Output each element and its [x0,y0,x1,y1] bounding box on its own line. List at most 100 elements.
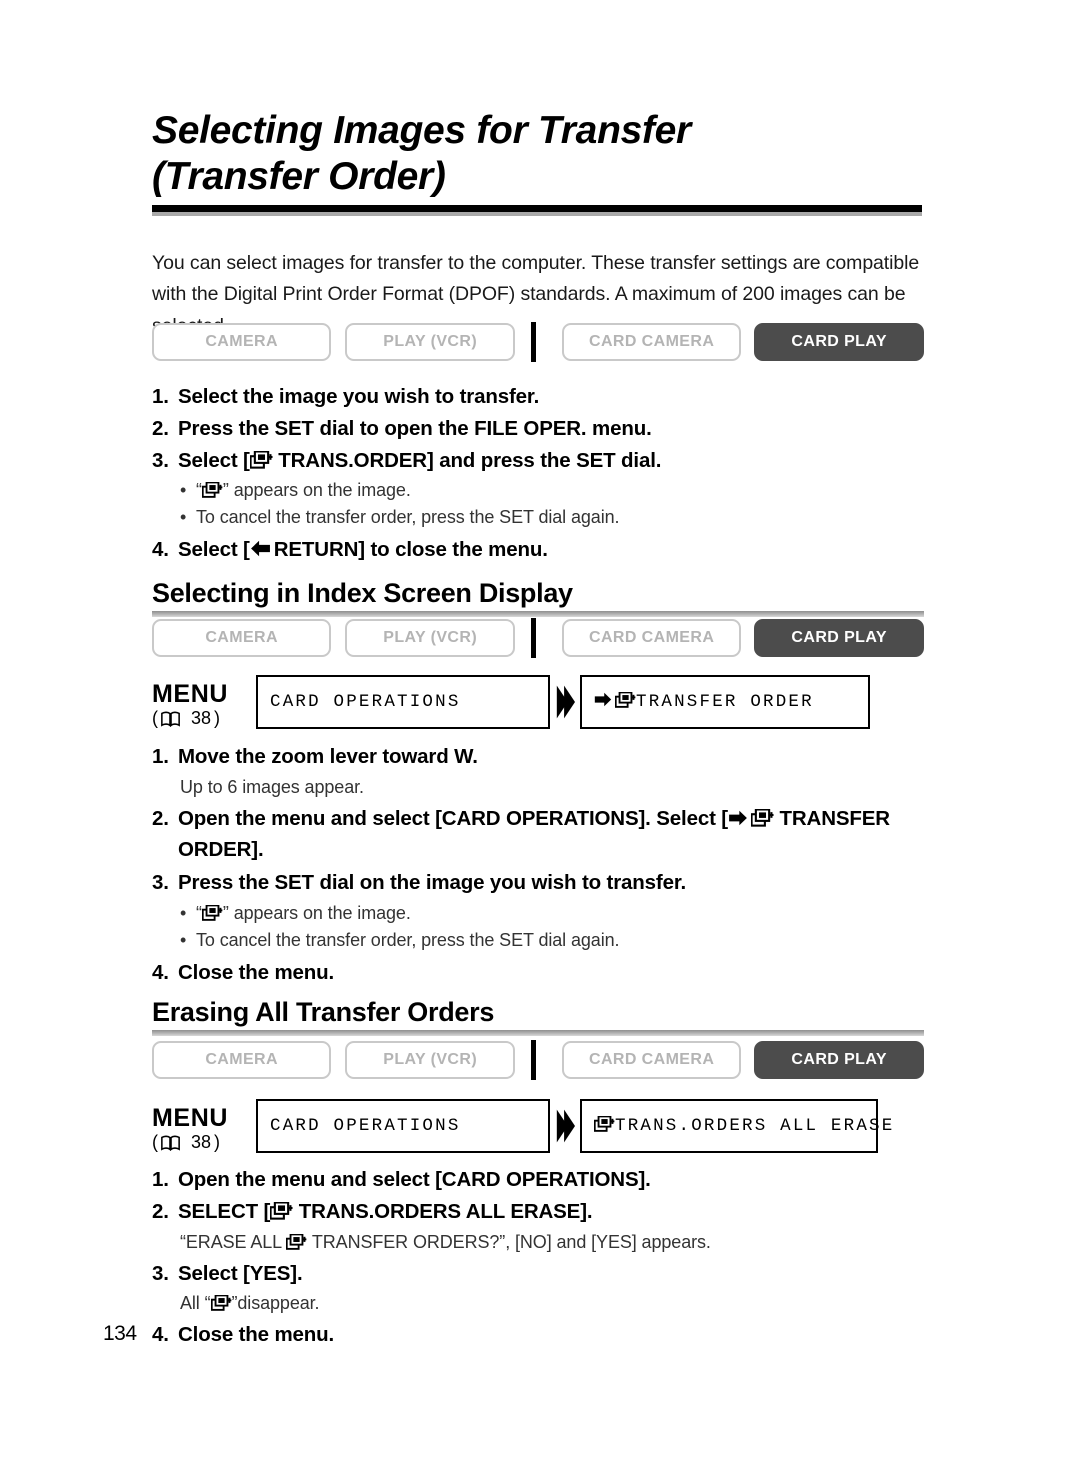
section2-heading-block: Selecting in Index Screen Display [152,578,924,617]
note-bullet: • “” appears on the image. [180,900,942,927]
mode-button-camera[interactable]: CAMERA [152,619,332,657]
step-number: 2. [152,1199,169,1223]
mode-button-camera[interactable]: CAMERA [152,1041,332,1079]
mode-button-camera[interactable]: CAMERA [152,323,332,361]
step-item: 1. Select the image you wish to transfer… [152,382,942,413]
step-note-after: TRANSFER ORDERS?”, [NO] and [YES] appear… [307,1231,711,1252]
double-chevron-right-icon [555,683,575,721]
section2-steps: 1. Move the zoom lever toward W. Up to 6… [152,742,942,990]
menu-flow-separator [550,1099,580,1153]
menu-page-number: 38 [191,708,212,729]
arrow-left-icon [250,540,271,557]
menu-page-reference: ( 38) [152,707,256,730]
section-heading-divider [152,1030,924,1036]
note-bullet: • “” appears on the image. [180,477,942,504]
double-chevron-right-icon [555,1107,575,1145]
note-bullet: • To cancel the transfer order, press th… [180,504,942,531]
mode-button-row-1: CAMERA PLAY (VCR) CARD CAMERA CARD PLAY [152,322,924,362]
arrow-right-icon [594,692,612,707]
mode-button-card-play[interactable]: CARD PLAY [754,323,924,361]
mode-button-card-camera[interactable]: CARD CAMERA [562,619,742,657]
mode-button-play-vcr[interactable]: PLAY (VCR) [345,1041,515,1079]
note-text: To cancel the transfer order, press the … [196,507,620,528]
mode-button-card-play[interactable]: CARD PLAY [754,1041,924,1079]
step-item: 2. Open the menu and select [CARD OPERAT… [152,804,942,866]
section3-heading-block: Erasing All Transfer Orders [152,997,924,1036]
step-item: 4. Select [ RETURN] to close the menu. [152,535,942,566]
mode-button-play-vcr[interactable]: PLAY (VCR) [345,619,515,657]
step-number: 2. [152,806,169,830]
menu-label-block: MENU ( 38) [152,1099,256,1155]
transfer-order-icon [211,1295,232,1312]
note-text: “” appears on the image. [196,900,411,927]
page-title: Selecting Images for Transfer (Transfer … [152,108,922,199]
mode-button-play-vcr[interactable]: PLAY (VCR) [345,323,515,361]
section1-steps: 1. Select the image you wish to transfer… [152,382,942,567]
step-text-after: TRANS.ORDERS ALL ERASE]. [293,1199,593,1223]
mode-button-card-camera[interactable]: CARD CAMERA [562,1041,742,1079]
page-number: 134 [103,1322,137,1345]
note-text: To cancel the transfer order, press the … [196,930,620,950]
mode-button-card-camera[interactable]: CARD CAMERA [562,323,742,361]
transfer-order-icon [594,1116,615,1133]
note-text-after: ” appears on the image. [222,903,411,923]
step-text-before: Open the menu and select [CARD OPERATION… [178,806,728,830]
manual-page: Selecting Images for Transfer (Transfer … [0,0,1080,1461]
menu-box-label: TRANS.ORDERS ALL ERASE [594,1116,894,1136]
menu-page-number: 38 [191,1132,212,1153]
step-item: 3. Press the SET dial on the image you w… [152,868,942,899]
menu-flow-trans-orders-all-erase: MENU ( 38) CARD OPERATIONS TRANS.ORDERS … [152,1099,942,1155]
step-text: Select [ TRANS.ORDER] and press the SET … [178,446,942,477]
transfer-order-icon [202,482,223,499]
step-text: Move the zoom lever toward W. [178,745,478,768]
transfer-order-icon [751,809,774,828]
step-text: Close the menu. [178,961,335,984]
menu-box-label: CARD OPERATIONS [270,1116,461,1136]
step-number: 1. [152,745,169,768]
step-text-before: Select [ [178,538,250,562]
menu-flow-separator [550,675,580,729]
book-icon [161,711,180,727]
step-text-before: SELECT [ [178,1199,271,1223]
mode-group-divider [531,618,536,658]
section3-steps: 1. Open the menu and select [CARD OPERAT… [152,1165,942,1352]
note-text: “” appears on the image. [196,477,411,504]
step-note: All “ ”disappear. [180,1290,942,1317]
step-text: Close the menu. [178,1323,335,1347]
step-note-after: ”disappear. [231,1293,320,1314]
menu-box-card-operations[interactable]: CARD OPERATIONS [256,1099,550,1153]
step-item: 1. Open the menu and select [CARD OPERAT… [152,1165,942,1196]
menu-label-block: MENU ( 38) [152,675,256,731]
step-number: 4. [152,961,169,984]
mode-button-row-3: CAMERA PLAY (VCR) CARD CAMERA CARD PLAY [152,1040,924,1080]
mode-button-row-2: CAMERA PLAY (VCR) CARD CAMERA CARD PLAY [152,618,924,658]
book-icon [161,1135,180,1151]
page-title-line1: Selecting Images for Transfer [152,109,691,152]
step-number: 1. [152,385,169,408]
page-title-line2: (Transfer Order) [152,154,446,198]
transfer-order-icon [250,451,273,470]
step-number: 4. [152,538,169,562]
section-heading: Erasing All Transfer Orders [152,997,495,1027]
step-text: SELECT [ TRANS.ORDERS ALL ERASE]. [178,1197,942,1228]
section-heading-divider [152,611,924,617]
step-text: Select the image you wish to transfer. [178,385,540,408]
menu-box-trans-orders-all-erase[interactable]: TRANS.ORDERS ALL ERASE [580,1099,892,1153]
step-number: 4. [152,1323,169,1347]
menu-box-card-operations[interactable]: CARD OPERATIONS [256,675,550,729]
title-divider [152,205,922,213]
step-text: Open the menu and select [CARD OPERATION… [178,1168,651,1191]
step-item: 2. Press the SET dial to open the FILE O… [152,414,942,445]
menu-flow-transfer-order: MENU ( 38) CARD OPERATIONS TRANSFER ORDE… [152,675,942,731]
bullet-marker: • [180,507,187,528]
step-item: 3. Select [YES]. [152,1259,942,1290]
step-note-before: All “ [180,1293,211,1314]
menu-box-transfer-order[interactable]: TRANSFER ORDER [580,675,870,729]
transfer-order-icon [202,905,223,922]
mode-group-divider [531,1040,536,1080]
menu-page-reference: ( 38) [152,1131,256,1154]
mode-button-card-play[interactable]: CARD PLAY [754,619,924,657]
transfer-order-icon [286,1234,307,1251]
step-text-after: RETURN] to close the menu. [273,538,548,562]
menu-box-text: TRANSFER ORDER [636,692,814,712]
